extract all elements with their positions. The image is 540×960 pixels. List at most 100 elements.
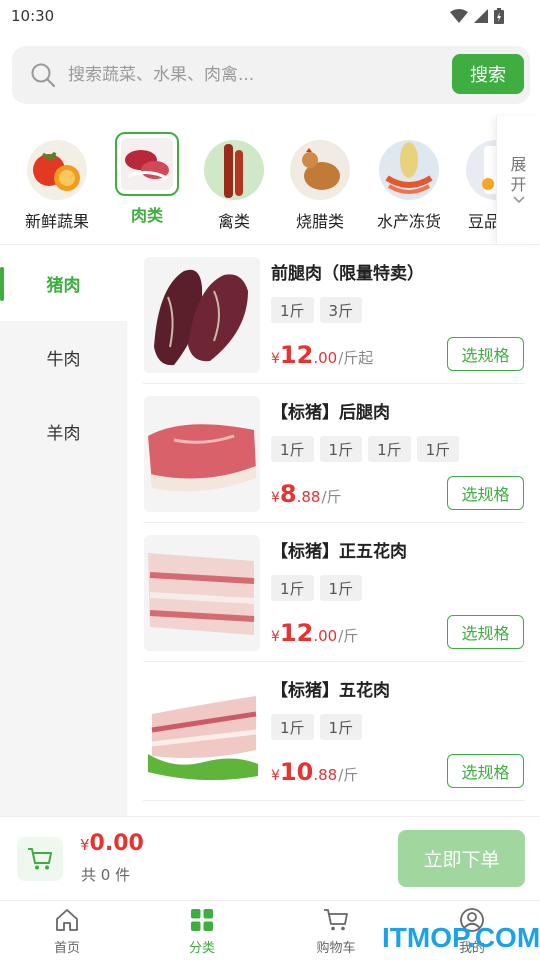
category-label: 肉类 — [130, 206, 163, 225]
category-vegetables-fruits[interactable]: 新鲜蔬果 — [13, 132, 101, 238]
sidebar-item-label: 羊肉 — [46, 423, 81, 444]
search-bar: 搜索 — [12, 46, 530, 104]
tab-category[interactable]: 分类 — [162, 906, 242, 958]
meat-image — [121, 138, 173, 190]
signal-icon — [474, 9, 488, 23]
cart-icon — [324, 909, 348, 931]
search-input[interactable] — [68, 60, 448, 90]
category-label: 水产冻货 — [376, 212, 441, 231]
expand-categories-button[interactable]: 展 开 — [496, 116, 540, 244]
select-spec-button[interactable]: 选规格 — [447, 754, 524, 788]
price-decimal: .00 — [313, 627, 338, 645]
price-integer: 12 — [279, 619, 314, 647]
price-integer: 10 — [279, 758, 314, 786]
watermark: ITMOP.COM — [382, 922, 540, 953]
product-price: ¥ 12 .00 /斤 — [271, 619, 358, 647]
product-name: 前腿肉（限量特卖） — [271, 264, 424, 284]
tab-home[interactable]: 首页 — [27, 906, 107, 958]
product-specs: 1斤 1斤 — [271, 575, 363, 601]
expand-label-line1: 展 — [510, 155, 527, 174]
category-seafood[interactable]: 水产冻货 — [365, 132, 453, 238]
product-name: 【标猪】正五花肉 — [271, 542, 407, 562]
tab-label: 分类 — [188, 941, 215, 956]
category-selected-frame — [115, 132, 179, 196]
product-card[interactable]: 前腿肉（限量特卖） 1斤 3斤 ¥ 12 .00 /斤起 选规格 — [143, 245, 525, 384]
sidebar-item-label: 牛肉 — [46, 349, 81, 370]
category-roast[interactable]: 烧腊类 — [276, 132, 364, 238]
select-spec-button[interactable]: 选规格 — [447, 476, 524, 510]
price-decimal: .88 — [296, 488, 321, 506]
price-unit: /斤 — [338, 627, 359, 645]
product-price: ¥ 8 .88 /斤 — [271, 480, 342, 508]
expand-label-line2: 开 — [510, 175, 527, 194]
price-integer: 8 — [279, 480, 297, 508]
product-card[interactable]: 【标猪】五花肉 1斤 1斤 ¥ 10 .88 /斤 选规格 — [143, 662, 525, 801]
product-image — [144, 674, 260, 790]
place-order-button[interactable]: 立即下单 — [398, 830, 525, 887]
cart-icon-button[interactable] — [17, 837, 63, 881]
select-spec-button[interactable]: 选规格 — [447, 615, 524, 649]
tofu-image — [466, 140, 496, 200]
price-currency: ¥ — [271, 351, 280, 367]
product-image — [144, 396, 260, 512]
product-card[interactable]: 【标猪】正五花肉 1斤 1斤 ¥ 12 .00 /斤 选规格 — [143, 523, 525, 662]
product-name: 【标猪】五花肉 — [271, 681, 390, 701]
sidebar-item-beef[interactable]: 牛肉 — [0, 321, 127, 393]
product-list: 前腿肉（限量特卖） 1斤 3斤 ¥ 12 .00 /斤起 选规格 【标猪】后腿肉… — [127, 245, 540, 816]
status-icons — [450, 8, 504, 24]
cart-icon — [28, 848, 52, 870]
sidebar-item-lamb[interactable]: 羊肉 — [0, 393, 127, 469]
cart-bar: ¥ 0.00 共 0 件 立即下单 — [0, 816, 540, 900]
price-integer: 12 — [279, 341, 314, 369]
cart-count: 共 0 件 — [81, 866, 131, 884]
category-poultry[interactable]: 禽类 — [190, 132, 278, 238]
status-time: 10:30 — [11, 7, 55, 25]
spec-tag: 1斤 — [271, 575, 314, 601]
spec-tag: 1斤 — [368, 436, 411, 462]
product-specs: 1斤 1斤 — [271, 714, 363, 740]
price-unit: /斤 — [338, 766, 359, 784]
wifi-icon — [450, 9, 468, 23]
spec-tag: 1斤 — [271, 297, 314, 323]
category-label: 新鲜蔬果 — [24, 212, 89, 231]
cart-currency: ¥ — [80, 836, 90, 854]
product-name: 【标猪】后腿肉 — [271, 403, 390, 423]
roast-image — [290, 140, 350, 200]
category-meat[interactable]: 肉类 — [103, 132, 191, 238]
select-spec-button[interactable]: 选规格 — [447, 337, 524, 371]
spec-tag: 1斤 — [319, 575, 363, 601]
status-bar: 10:30 — [0, 0, 540, 32]
product-card[interactable]: 【标猪】后腿肉 1斤 1斤 1斤 1斤 ¥ 8 .88 /斤 选规格 — [143, 384, 525, 523]
search-icon — [31, 63, 56, 88]
chevron-down-icon — [512, 196, 525, 204]
tab-label: 购物车 — [316, 941, 356, 956]
cart-total-value: 0.00 — [89, 831, 144, 856]
spec-tag: 1斤 — [319, 714, 363, 740]
spec-tag: 3斤 — [319, 297, 363, 323]
product-price: ¥ 12 .00 /斤起 — [271, 341, 373, 369]
price-currency: ¥ — [271, 490, 280, 506]
product-image — [144, 257, 260, 373]
spec-tag: 1斤 — [319, 436, 363, 462]
price-currency: ¥ — [271, 768, 280, 784]
price-decimal: .88 — [313, 766, 338, 784]
seafood-image — [379, 140, 439, 200]
product-image — [144, 535, 260, 651]
cart-total: ¥ 0.00 — [80, 831, 144, 856]
tab-label: 首页 — [53, 941, 80, 956]
sidebar-item-label: 猪肉 — [46, 275, 81, 296]
category-tofu[interactable]: 豆品 — [452, 132, 496, 238]
battery-icon — [494, 8, 504, 24]
search-button[interactable]: 搜索 — [452, 54, 524, 94]
price-unit: /斤 — [321, 488, 342, 506]
price-unit: /斤起 — [338, 349, 374, 367]
sidebar-item-pork[interactable]: 猪肉 — [0, 245, 127, 321]
tab-cart[interactable]: 购物车 — [296, 906, 376, 958]
category-grid-icon — [191, 909, 213, 931]
subcategory-sidebar: 猪肉 牛肉 羊肉 — [0, 245, 127, 816]
category-label: 禽类 — [217, 212, 250, 231]
category-strip: 新鲜蔬果 肉类 禽类 烧腊类 水产冻货 豆品 — [0, 118, 496, 238]
category-label: 豆品 — [468, 212, 496, 231]
spec-tag: 1斤 — [416, 436, 460, 462]
poultry-image — [204, 140, 264, 200]
